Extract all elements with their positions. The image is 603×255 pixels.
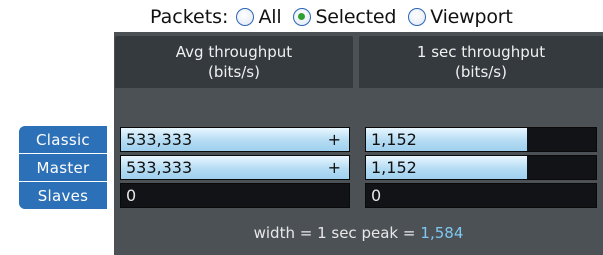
master-avg-expand-icon[interactable]: + [328,156,341,179]
one-header-line2: (bits/s) [455,63,507,81]
one-sec-throughput-header: 1 sec throughput (bits/s) [359,36,603,88]
packets-viewport-label[interactable]: Viewport [430,6,513,28]
slaves-avg-cell: 0 [120,183,350,208]
master-one-sec-cell: 1,152 [365,155,597,180]
classic-avg-value: 533,333 [126,130,193,149]
peak-footer-text: width = 1 sec peak = [253,224,416,242]
packets-all-radio[interactable]: All [236,6,282,28]
packets-selected-radio[interactable]: Selected [293,6,396,28]
master-avg-cell: 533,333 + [120,155,350,180]
packets-label: Packets: [150,6,229,28]
classic-one-sec-cell: 1,152 [365,127,597,152]
classic-one-sec-value: 1,152 [371,130,417,149]
row-label-master: Master [19,154,107,181]
avg-header-line2: (bits/s) [208,63,260,81]
classic-avg-expand-icon[interactable]: + [328,128,341,151]
avg-throughput-header: Avg throughput (bits/s) [115,36,353,88]
slaves-one-sec-value: 0 [371,186,382,205]
packets-viewport-radio[interactable]: Viewport [408,6,513,28]
peak-footer: width = 1 sec peak = 1,584 [114,218,603,248]
classic-avg-cell: 533,333 + [120,127,350,152]
packets-selected-label[interactable]: Selected [315,6,396,28]
master-one-sec-value: 1,152 [371,158,417,177]
packets-all-label[interactable]: All [258,6,281,28]
row-label-slaves: Slaves [19,182,107,209]
master-avg-value: 533,333 [126,158,193,177]
radio-icon[interactable] [408,8,427,26]
peak-value: 1,584 [420,224,464,242]
slaves-avg-value: 0 [126,186,137,205]
radio-selected-icon[interactable] [293,8,312,26]
packets-filter: Packets: All Selected Viewport [150,4,513,30]
one-header-line1: 1 sec throughput [416,43,546,61]
row-label-classic: Classic [19,126,107,153]
slaves-one-sec-cell: 0 [365,183,597,208]
avg-header-line1: Avg throughput [175,43,293,61]
radio-icon[interactable] [236,8,255,26]
